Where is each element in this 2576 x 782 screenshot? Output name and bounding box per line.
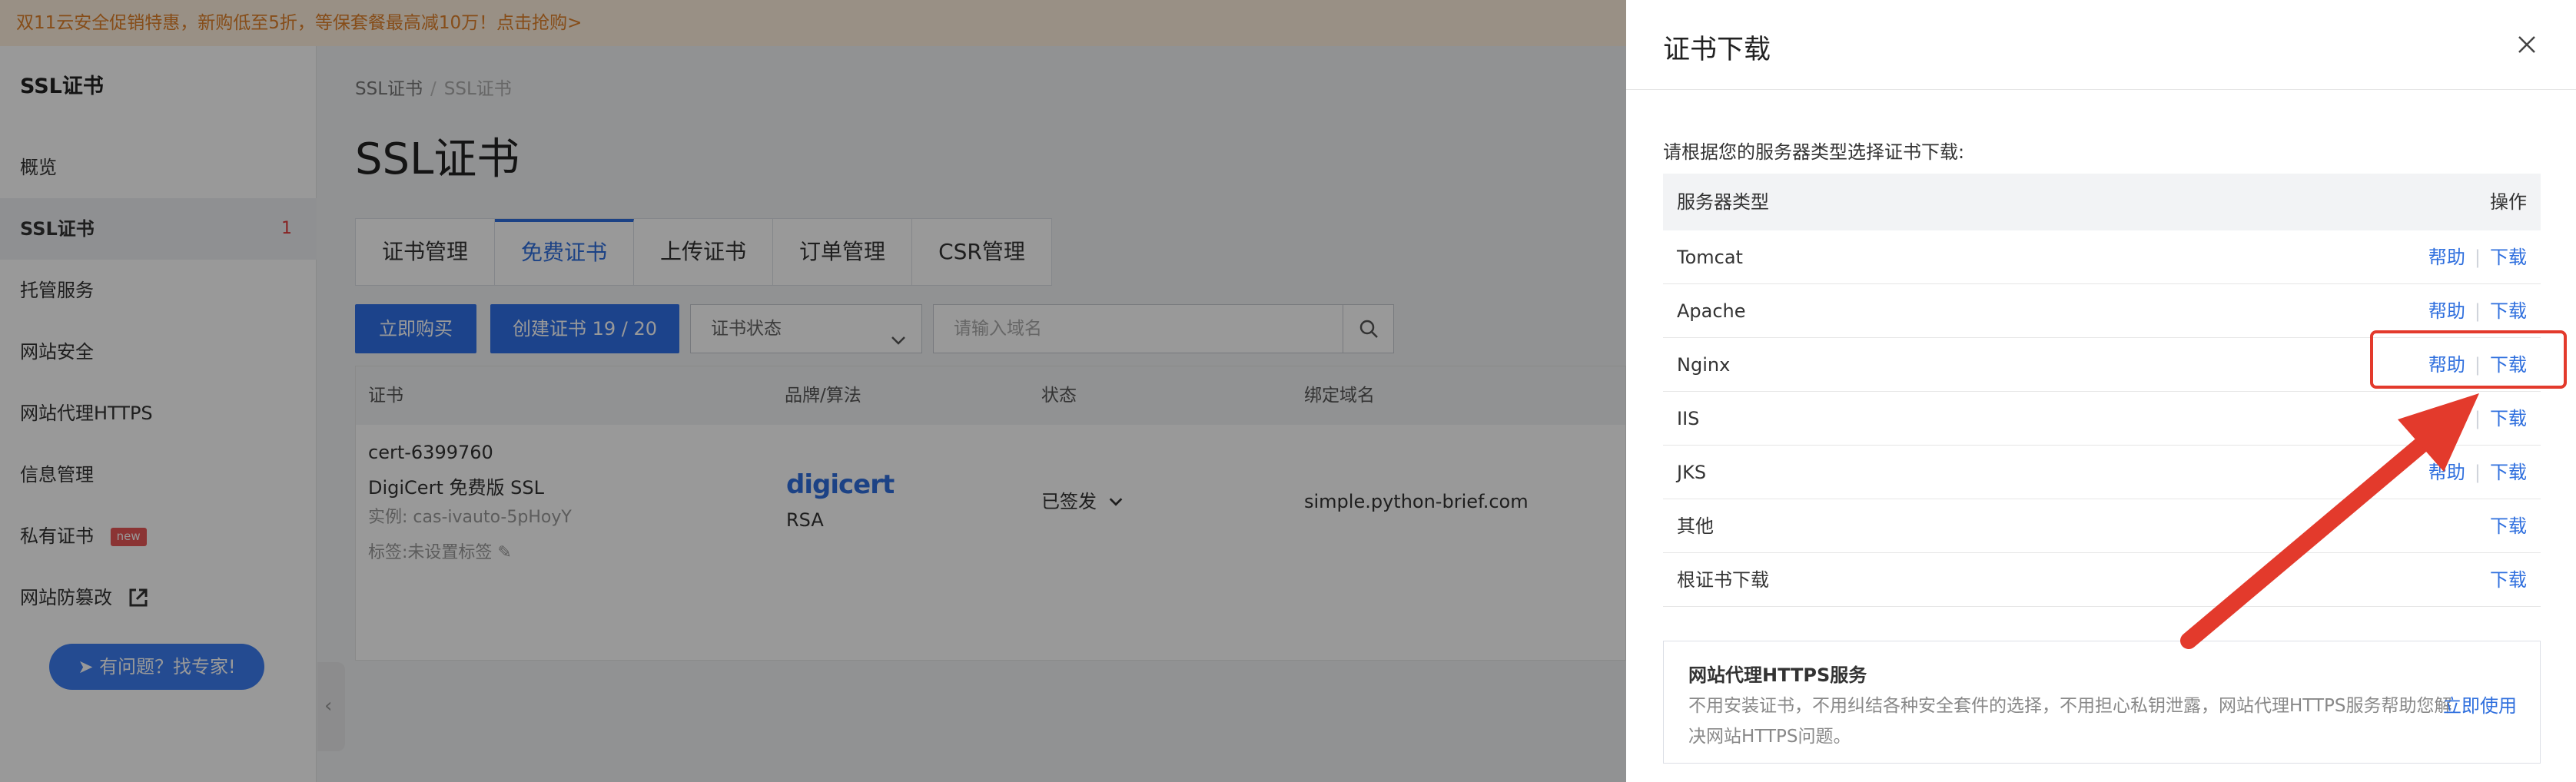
row-actions: 帮助 | 下载 [2428,230,2527,284]
download-link[interactable]: 下载 [2490,515,2527,537]
server-name: 其他 [1677,515,1714,537]
action-separator: | [2474,462,2481,483]
close-button[interactable] [2513,31,2541,58]
server-row-jks: JKS 帮助 | 下载 [1663,446,2541,499]
download-link[interactable]: 下载 [2490,569,2527,591]
table-header: 服务器类型 操作 [1663,174,2541,230]
download-link[interactable]: 下载 [2490,408,2527,429]
help-link[interactable]: 帮助 [2428,247,2465,268]
column-header-server-type: 服务器类型 [1677,191,1769,213]
server-name: IIS [1677,408,1700,429]
download-link[interactable]: 下载 [2490,300,2527,322]
drawer-divider [1626,89,2576,90]
column-header-action: 操作 [2490,191,2527,213]
download-link[interactable]: 下载 [2490,247,2527,268]
row-actions: 下载 [2490,499,2527,553]
server-name: Apache [1677,300,1746,322]
close-icon [2513,36,2541,61]
https-proxy-card: 网站代理HTTPS服务 不用安装证书，不用纠结各种安全套件的选择，不用担心私钥泄… [1663,641,2541,764]
action-separator: | [2474,247,2481,268]
help-link[interactable]: 帮助 [2428,462,2465,483]
drawer-title: 证书下载 [1663,35,1771,65]
server-name: JKS [1677,462,1707,483]
download-link[interactable]: 下载 [2490,462,2527,483]
server-row-tomcat: Tomcat 帮助 | 下载 [1663,230,2541,284]
help-link[interactable]: 帮助 [2428,300,2465,322]
https-card-description: 不用安装证书，不用纠结各种安全套件的选择，不用担心私钥泄露，网站代理HTTPS服… [1688,696,2452,747]
server-name: Nginx [1677,354,1731,376]
server-type-table: 服务器类型 操作 Tomcat 帮助 | 下载 Apache 帮助 | 下载 Nginx… [1663,174,2541,607]
action-separator: | [2474,300,2481,322]
server-row-other: 其他 下载 [1663,499,2541,553]
help-link[interactable]: 帮助 [2428,408,2465,429]
action-separator: | [2474,408,2481,429]
https-card-title: 网站代理HTTPS服务 [1688,664,1867,686]
row-actions: 帮助 | 下载 [2428,446,2527,499]
modal-overlay[interactable] [0,0,1626,782]
use-now-link[interactable]: 立即使用 [2443,691,2517,721]
download-instruction: 请根据您的服务器类型选择证书下载: [1663,141,1965,163]
annotation-highlight-box [2370,330,2567,389]
server-name: Tomcat [1677,247,1743,268]
row-actions: 帮助 | 下载 [2428,392,2527,446]
server-row-root-cert: 根证书下载 下载 [1663,553,2541,607]
server-name: 根证书下载 [1677,569,1769,591]
server-row-iis: IIS 帮助 | 下载 [1663,392,2541,446]
row-actions: 下载 [2490,553,2527,607]
